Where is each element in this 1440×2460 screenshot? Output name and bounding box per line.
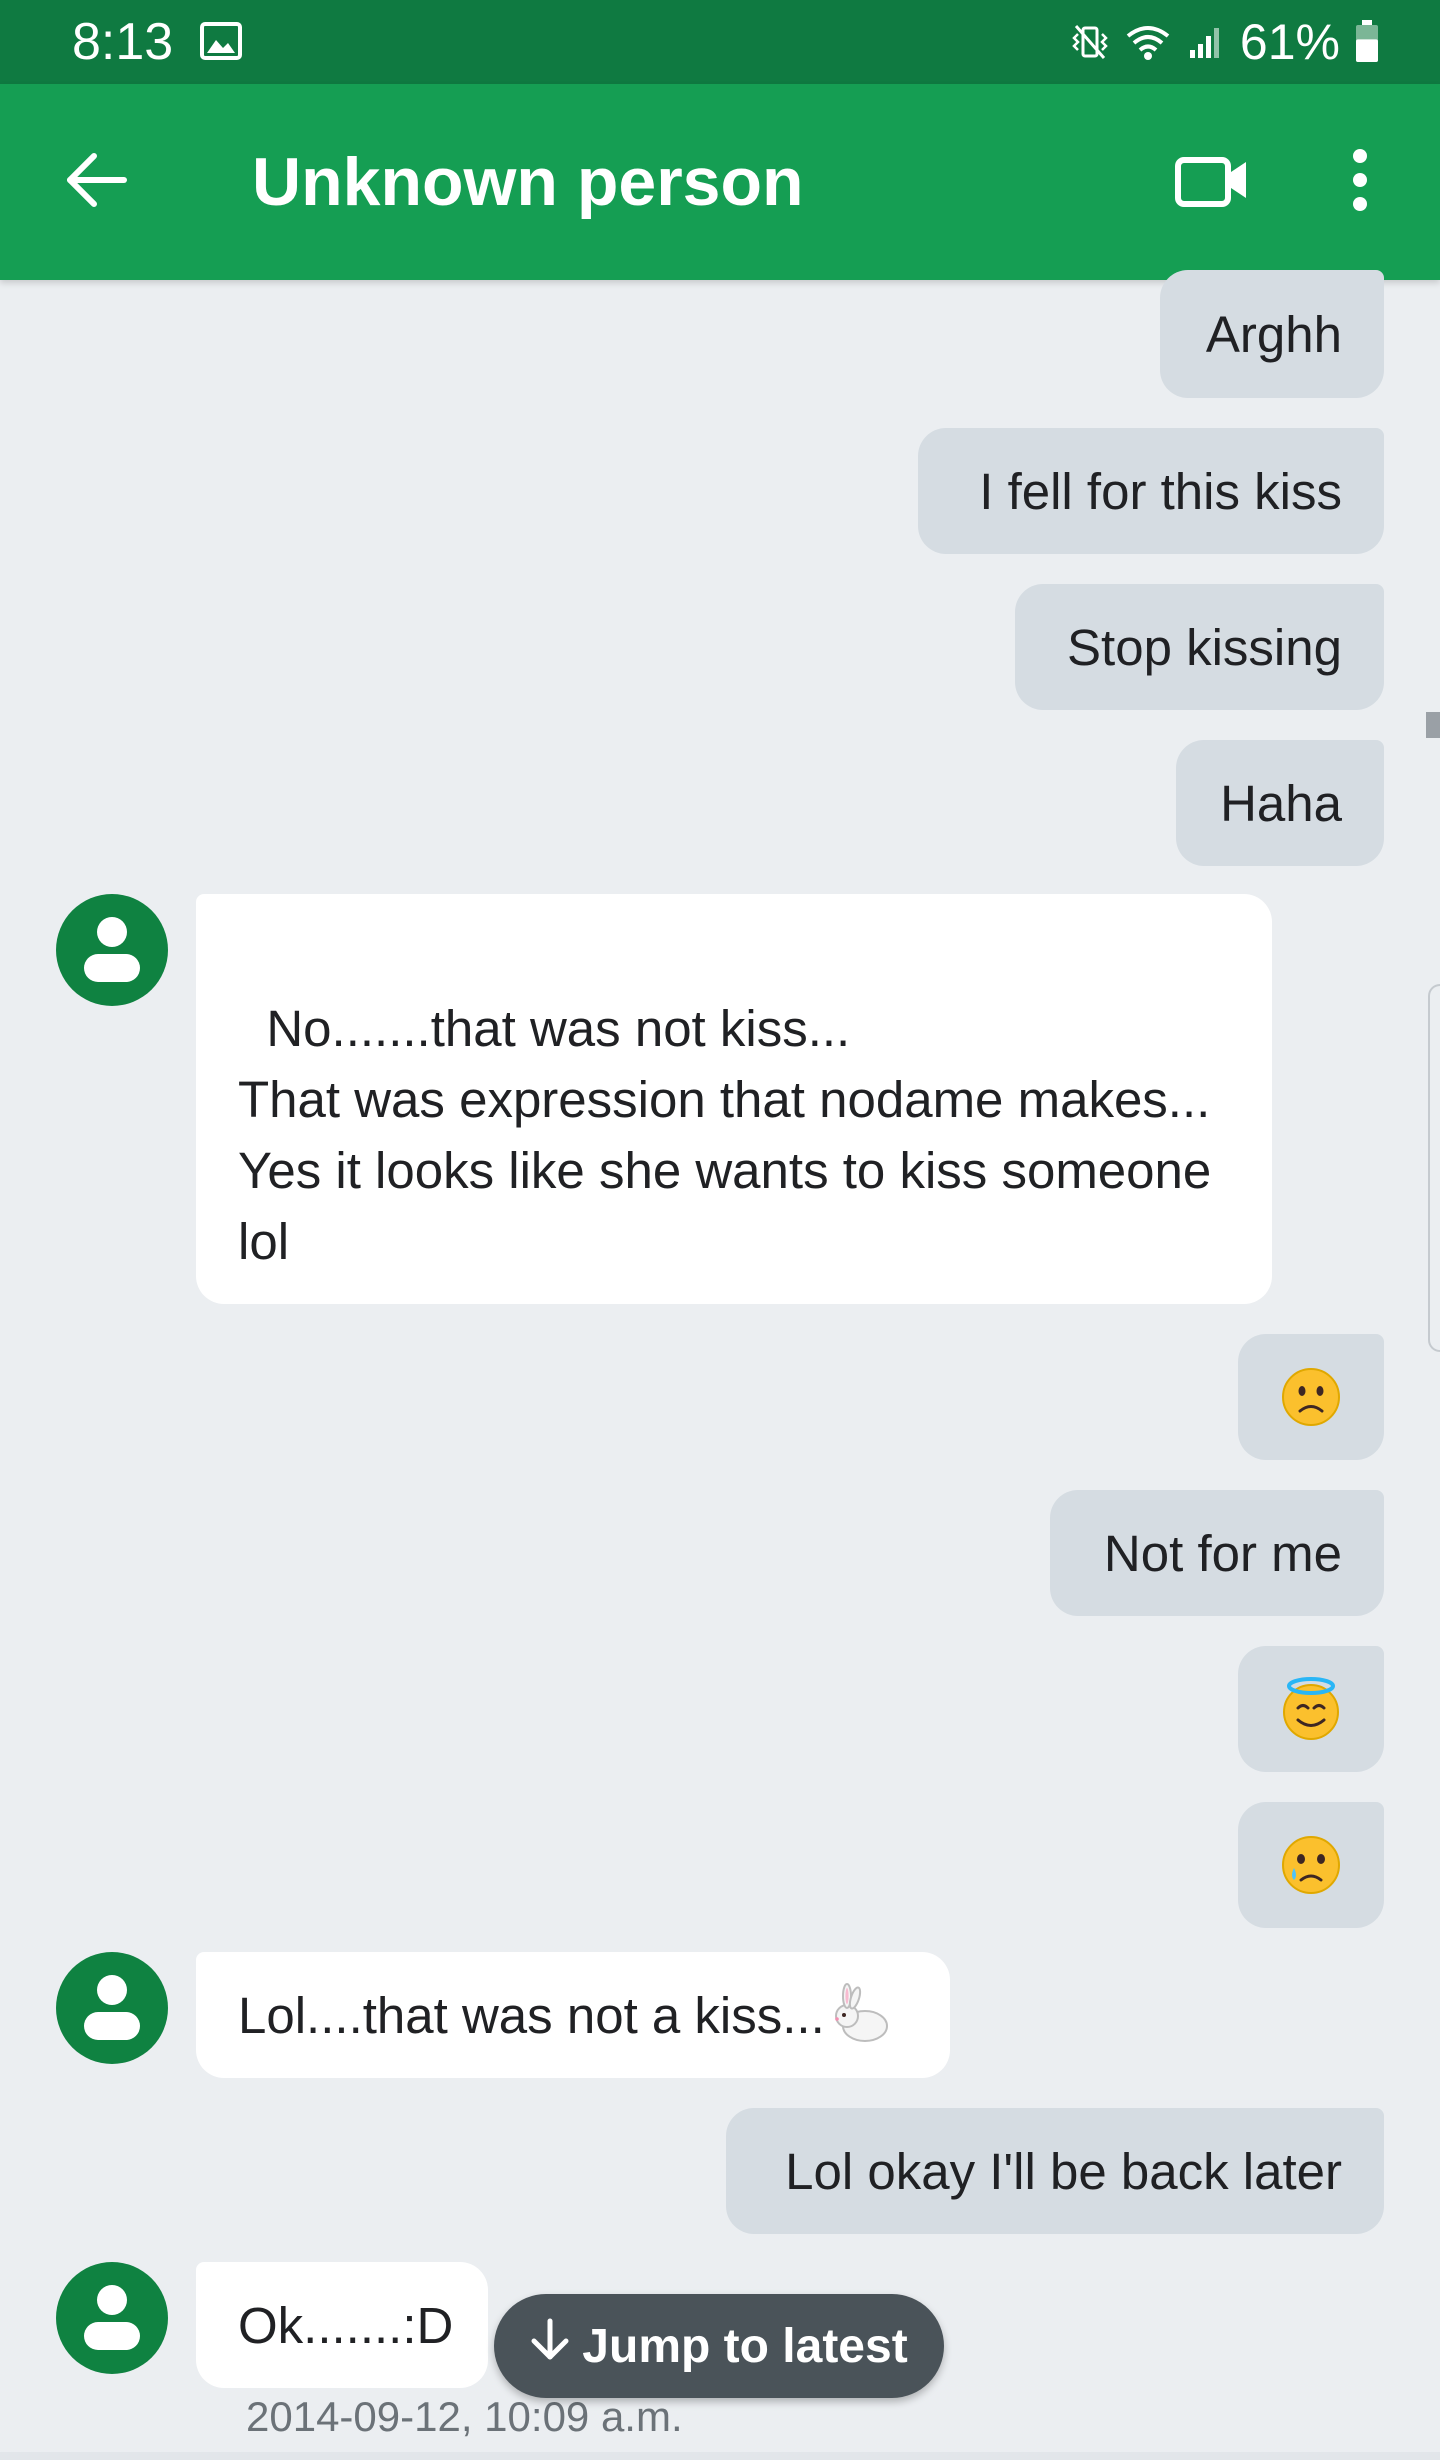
outgoing-message[interactable]: Haha: [1176, 740, 1384, 866]
person-icon: [97, 917, 127, 947]
outgoing-message[interactable]: I fell for this kiss: [918, 428, 1384, 554]
more-options-button[interactable]: [1330, 140, 1390, 224]
message-text: Haha: [1220, 774, 1342, 832]
message-text: I fell for this kiss: [979, 462, 1342, 520]
conversation-title: Unknown person: [252, 144, 804, 220]
incoming-message[interactable]: Lol....that was not a kiss...: [196, 1952, 950, 2078]
video-call-button[interactable]: [1172, 144, 1252, 220]
outgoing-message[interactable]: Stop kissing: [1015, 584, 1384, 710]
jump-to-latest-label: Jump to latest: [582, 2319, 908, 2373]
crying-face-emoji: [1280, 1692, 1342, 2038]
message-text: Ok.......:D: [238, 2296, 454, 2354]
person-icon: [97, 1975, 127, 2005]
message-timestamp: 2014-09-12, 10:09 a.m.: [246, 2393, 683, 2440]
app-bar: Unknown person: [0, 84, 1440, 280]
message-text: Lol okay I'll be back later: [785, 2142, 1342, 2200]
gallery-icon: [200, 22, 242, 60]
outgoing-message[interactable]: [1238, 1334, 1384, 1460]
contact-avatar[interactable]: [56, 894, 168, 1006]
scrollbar-thumb[interactable]: [1426, 712, 1440, 738]
wifi-icon: [1124, 22, 1172, 62]
incoming-message[interactable]: No.......that was not kiss... That was e…: [196, 894, 1272, 1304]
arrow-left-icon: [64, 152, 128, 213]
outgoing-message[interactable]: Lol okay I'll be back later: [726, 2108, 1384, 2234]
edge-panel-handle[interactable]: [1428, 984, 1440, 1352]
message-text: Arghh: [1205, 305, 1342, 363]
status-icons: 61%: [1070, 10, 1380, 74]
message-text: Stop kissing: [1067, 618, 1342, 676]
incoming-message[interactable]: Ok.......:D: [196, 2262, 488, 2388]
status-bar: 8:13 61%: [0, 0, 1440, 84]
signal-icon: [1186, 22, 1226, 62]
outgoing-message[interactable]: [1238, 1802, 1384, 1928]
outgoing-message[interactable]: Arghh: [1160, 270, 1384, 398]
arrow-down-icon: [530, 2317, 570, 2375]
bottom-edge: [0, 2452, 1440, 2460]
jump-to-latest-button[interactable]: Jump to latest: [494, 2294, 944, 2398]
vibrate-icon: [1070, 22, 1110, 62]
contact-avatar[interactable]: [56, 2262, 168, 2374]
message-text: No.......that was not kiss... That was e…: [238, 1000, 1212, 1270]
contact-avatar[interactable]: [56, 1952, 168, 2064]
message-text: Lol....that was not a kiss...: [238, 1986, 825, 2044]
battery-icon: [1354, 20, 1380, 64]
video-call-icon: [1174, 152, 1250, 213]
back-button[interactable]: [58, 144, 134, 220]
status-time: 8:13: [72, 13, 174, 71]
battery-percent: 61%: [1239, 14, 1340, 70]
more-vert-icon: [1350, 148, 1370, 217]
person-icon: [97, 2285, 127, 2315]
